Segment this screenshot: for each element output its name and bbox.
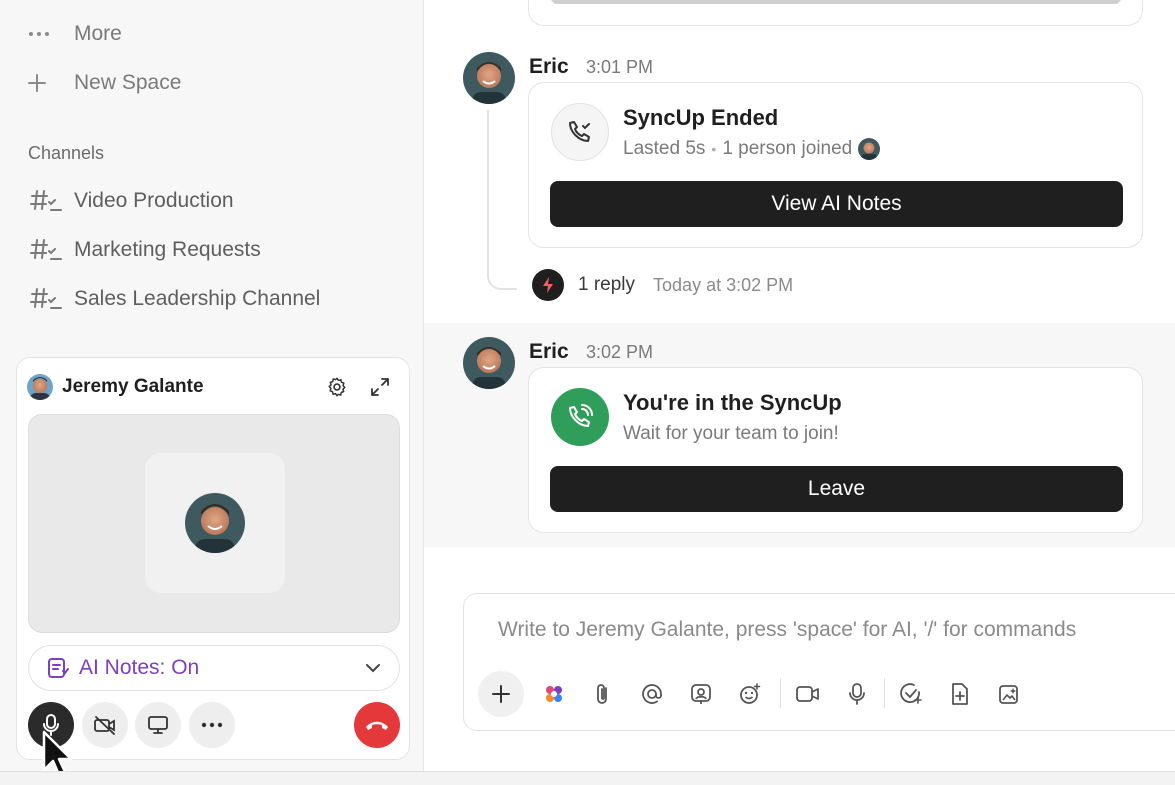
assign-icon <box>691 684 711 704</box>
video-clip-icon <box>796 686 819 702</box>
doc-icon <box>952 683 968 705</box>
card-title: You're in the SyncUp <box>623 390 842 415</box>
sidebar-item-label: New Space <box>74 71 182 94</box>
card-subtitle: Wait for your team to join! <box>623 423 839 444</box>
reply-count: 1 reply <box>578 274 636 295</box>
reply-timestamp: Today at 3:02 PM <box>653 274 794 295</box>
ai-notes-label: AI Notes: On <box>79 656 200 679</box>
sidebar-item-sales-leadership[interactable]: Sales Leadership Channel <box>30 281 320 317</box>
attach-file-button[interactable] <box>584 675 622 713</box>
avatar <box>27 374 53 400</box>
add-attachment-button[interactable] <box>478 671 524 717</box>
card-title: SyncUp Ended <box>623 105 779 130</box>
sidebar-item-label: More <box>74 22 122 45</box>
chevron-down-icon <box>366 664 380 673</box>
phone-check-icon <box>551 103 609 161</box>
leave-button[interactable]: Leave <box>550 466 1123 512</box>
ellipsis-icon <box>201 722 223 728</box>
screen-share-icon <box>148 716 168 734</box>
call-widget: Jeremy Galante AI Notes: On <box>16 357 410 760</box>
more-options-button[interactable] <box>189 702 235 748</box>
previous-message-card <box>528 0 1143 26</box>
record-clip-button[interactable] <box>789 675 827 713</box>
phone-ringing-icon <box>551 388 609 446</box>
hang-up-icon <box>366 721 388 730</box>
ai-notes-toggle[interactable]: AI Notes: On <box>28 645 400 691</box>
expand-icon <box>371 378 389 396</box>
channel-hash-icon <box>30 237 74 263</box>
ai-notes-icon <box>48 658 69 678</box>
emoji-icon <box>740 683 761 704</box>
joined-count: 1 person joined <box>722 138 853 159</box>
call-settings-button[interactable] <box>324 374 350 400</box>
message-author[interactable]: Eric <box>529 55 569 79</box>
thread-connector <box>487 110 517 290</box>
share-screen-button[interactable] <box>135 702 181 748</box>
thread-replies[interactable]: 1 reply Today at 3:02 PM <box>532 268 793 302</box>
sidebar-item-more[interactable]: More <box>28 16 122 52</box>
participant-video-tile <box>145 453 285 593</box>
syncup-active-card: You're in the SyncUp Wait for your team … <box>528 367 1143 533</box>
sidebar-item-video-production[interactable]: Video Production <box>30 183 234 219</box>
create-doc-button[interactable] <box>941 675 979 713</box>
message-composer <box>463 593 1175 731</box>
mention-icon <box>642 684 662 704</box>
sidebar-item-label: Marketing Requests <box>74 238 261 261</box>
task-icon <box>900 683 922 704</box>
message-author[interactable]: Eric <box>529 340 569 364</box>
avatar <box>185 493 245 553</box>
lightning-icon <box>532 269 564 301</box>
plus-icon <box>28 74 60 92</box>
avatar <box>463 52 515 104</box>
video-area <box>28 414 400 633</box>
gear-icon <box>328 377 346 397</box>
camera-off-icon <box>94 716 115 735</box>
call-duration: Lasted 5s <box>623 138 706 159</box>
mention-button[interactable] <box>633 675 671 713</box>
toggle-camera-button[interactable] <box>82 702 128 748</box>
message-timestamp: 3:01 PM <box>586 57 654 77</box>
separator-dot: • <box>711 141 717 157</box>
card-subtitle: Lasted 5s • 1 person joined <box>623 138 881 160</box>
emoji-button[interactable] <box>731 675 769 713</box>
status-bar <box>0 771 1175 785</box>
toolbar-divider <box>884 678 885 708</box>
expand-call-button[interactable] <box>367 374 393 400</box>
message-timestamp: 3:02 PM <box>586 342 654 362</box>
ai-sparkle-icon <box>546 686 562 702</box>
avatar <box>463 337 515 389</box>
message-input[interactable] <box>498 618 1175 642</box>
channel-hash-icon <box>30 188 74 214</box>
plus-icon <box>492 685 510 703</box>
sidebar: More New Space Channels Video Production… <box>0 0 424 771</box>
previous-card-button[interactable] <box>551 0 1121 4</box>
view-ai-notes-button[interactable]: View AI Notes <box>550 181 1123 227</box>
call-header: Jeremy Galante <box>27 372 204 402</box>
assign-button[interactable] <box>682 675 720 713</box>
paperclip-icon <box>597 684 607 704</box>
ai-image-button[interactable] <box>990 675 1028 713</box>
channels-heading: Channels <box>28 143 105 163</box>
ai-button[interactable] <box>535 675 573 713</box>
syncup-ended-card: SyncUp Ended Lasted 5s • 1 person joined… <box>528 82 1143 248</box>
microphone-icon <box>849 683 865 705</box>
channel-hash-icon <box>30 286 74 312</box>
sidebar-item-new-space[interactable]: New Space <box>28 65 181 101</box>
call-participant-name: Jeremy Galante <box>62 376 204 397</box>
sidebar-item-label: Video Production <box>74 189 234 212</box>
toolbar-divider <box>780 678 781 708</box>
voice-message-button[interactable] <box>838 675 876 713</box>
create-task-button[interactable] <box>892 675 930 713</box>
avatar <box>858 138 881 160</box>
sidebar-item-marketing-requests[interactable]: Marketing Requests <box>30 232 261 268</box>
sidebar-item-label: Sales Leadership Channel <box>74 287 321 310</box>
image-ai-icon <box>999 685 1018 704</box>
ellipsis-icon <box>28 31 60 37</box>
end-call-button[interactable] <box>354 702 400 748</box>
